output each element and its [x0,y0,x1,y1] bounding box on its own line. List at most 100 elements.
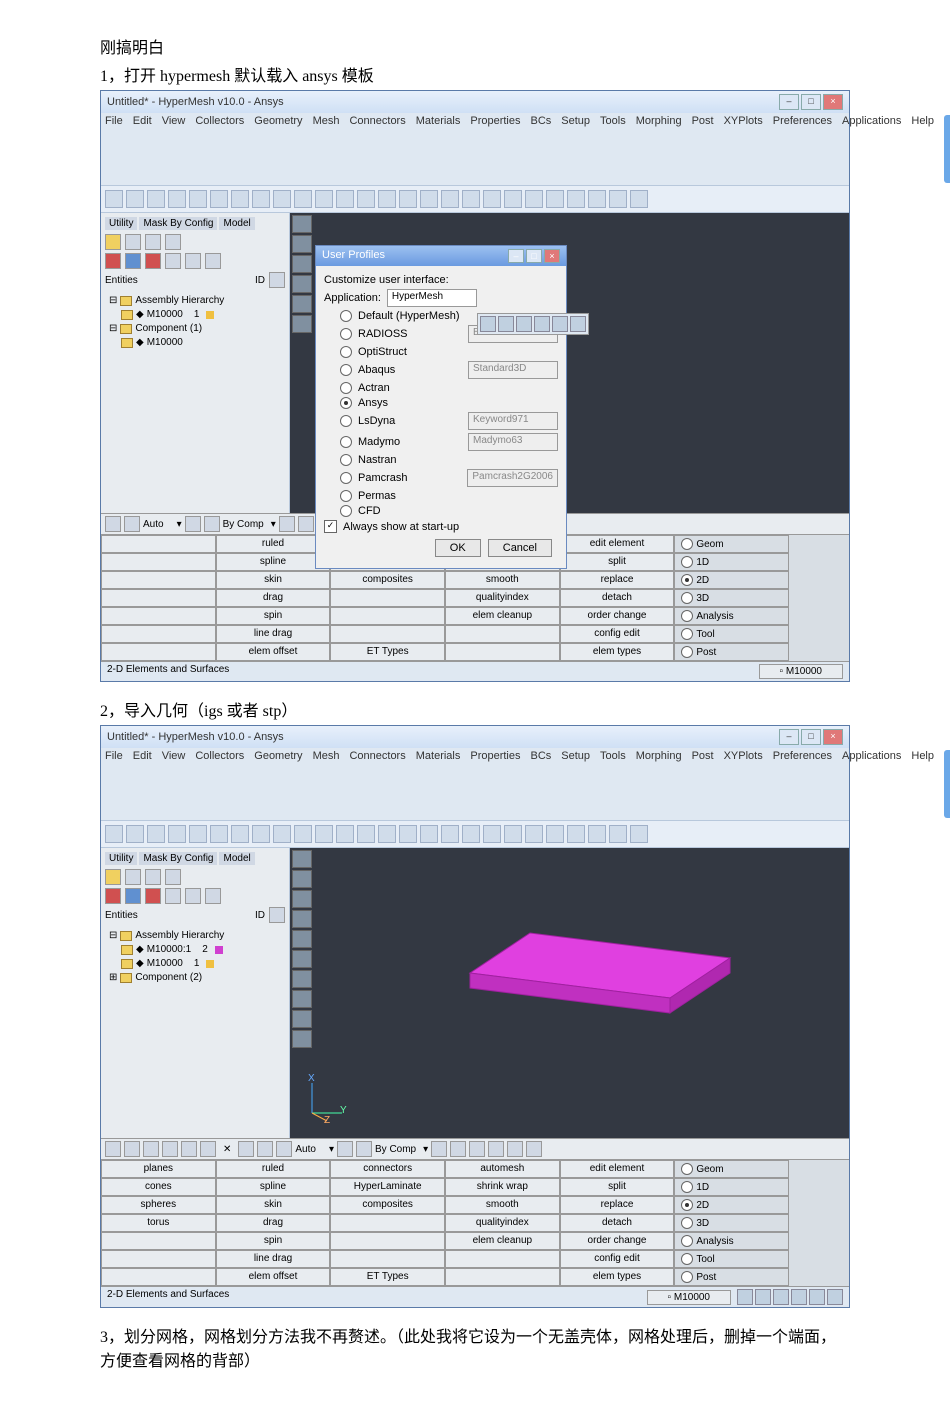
ptool-icon[interactable] [450,1141,466,1157]
panel-page-radio[interactable]: Post [674,1268,789,1286]
panel-cell[interactable] [101,571,216,589]
panel-cell[interactable] [445,1268,560,1286]
ptool-icon[interactable] [507,1141,523,1157]
upload-button[interactable]: 指指上传 [944,750,950,818]
ptool-icon[interactable] [238,1141,254,1157]
float-icon[interactable] [534,316,550,332]
panel-page-radio[interactable]: Post [674,643,789,661]
upload-button[interactable]: 指指上传 [944,115,950,183]
close-button[interactable]: × [823,94,843,110]
radio-radioss[interactable] [340,328,352,340]
panel-cell[interactable] [330,625,445,643]
radio-lsdyna[interactable] [340,415,352,427]
ptool-icon[interactable] [124,516,140,532]
maximize-button[interactable]: □ [801,94,821,110]
menu-bcs[interactable]: BCs [531,750,552,818]
browser-icon[interactable] [125,234,141,250]
tree-item[interactable]: ◆M10000:12 [105,943,285,957]
panel-cell[interactable]: drag [216,1214,331,1232]
tool-icon[interactable] [546,190,564,208]
menu-applications[interactable]: Applications [842,750,901,818]
panel-cell[interactable]: replace [560,1196,675,1214]
vtool-icon[interactable] [292,235,312,253]
panel-cell[interactable]: skin [216,1196,331,1214]
tool-icon[interactable] [126,190,144,208]
tool-icon[interactable] [525,825,543,843]
browser-icon[interactable] [205,888,221,904]
minimize-button[interactable]: – [779,729,799,745]
tab-mask[interactable]: Mask By Config [139,217,217,230]
tab-model[interactable]: Model [219,852,254,865]
menu-setup[interactable]: Setup [561,750,590,818]
panel-cell[interactable]: planes [101,1160,216,1178]
panel-page-radio[interactable]: Geom [674,535,789,553]
panel-cell[interactable] [330,589,445,607]
panel-cell[interactable] [445,1250,560,1268]
maximize-button[interactable]: □ [801,729,821,745]
panel-cell[interactable] [101,607,216,625]
tool-icon[interactable] [252,190,270,208]
tab-model[interactable]: Model [219,217,254,230]
panel-cell[interactable] [101,643,216,661]
tool-icon[interactable] [231,190,249,208]
panel-cell[interactable]: line drag [216,1250,331,1268]
panel-cell[interactable] [101,1250,216,1268]
tool-icon[interactable] [105,825,123,843]
ptool-icon[interactable] [298,516,314,532]
tree-assembly[interactable]: ⊟Assembly Hierarchy [105,294,285,308]
panel-cell[interactable]: qualityindex [445,589,560,607]
browser-icon[interactable] [125,888,141,904]
vtool-icon[interactable] [292,255,312,273]
panel-cell[interactable]: HyperLaminate [330,1178,445,1196]
browser-icon[interactable] [185,888,201,904]
panel-cell[interactable]: order change [560,607,675,625]
tool-icon[interactable] [378,825,396,843]
tab-utility[interactable]: Utility [105,217,137,230]
status-icon[interactable] [773,1289,789,1305]
menu-mesh[interactable]: Mesh [313,115,340,183]
lsdyna-select[interactable]: Keyword971 [468,412,558,430]
browser-icon[interactable] [105,234,121,250]
menu-xyplots[interactable]: XYPlots [724,115,763,183]
menu-view[interactable]: View [162,750,186,818]
tool-icon[interactable] [588,825,606,843]
status-icon[interactable] [755,1289,771,1305]
tool-icon[interactable] [126,825,144,843]
always-show-checkbox[interactable] [324,520,337,533]
menu-geometry[interactable]: Geometry [254,115,302,183]
panel-cell[interactable]: edit element [560,535,675,553]
browser-icon[interactable] [125,869,141,885]
vtool-icon[interactable] [292,1030,312,1048]
tool-icon[interactable] [567,190,585,208]
panel-cell[interactable]: spline [216,1178,331,1196]
panel-cell[interactable] [330,1232,445,1250]
panel-cell[interactable]: qualityindex [445,1214,560,1232]
menu-materials[interactable]: Materials [416,750,461,818]
radio-madymo[interactable] [340,436,352,448]
vtool-icon[interactable] [292,275,312,293]
panel-cell[interactable]: spline [216,553,331,571]
panel-cell[interactable]: order change [560,1232,675,1250]
tool-icon[interactable] [630,825,648,843]
panel-page-radio[interactable]: 3D [674,589,789,607]
ptool-icon[interactable] [526,1141,542,1157]
tool-icon[interactable] [147,825,165,843]
panel-cell[interactable]: smooth [445,1196,560,1214]
vtool-icon[interactable] [292,295,312,313]
panel-page-radio[interactable]: Tool [674,1250,789,1268]
browser-icon[interactable] [165,234,181,250]
vtool-icon[interactable] [292,970,312,988]
ptool-icon[interactable] [488,1141,504,1157]
tool-icon[interactable] [168,190,186,208]
tool-icon[interactable] [357,825,375,843]
minimize-button[interactable]: – [779,94,799,110]
menu-collectors[interactable]: Collectors [195,750,244,818]
browser-icon[interactable] [165,888,181,904]
menu-help[interactable]: Help [911,750,934,818]
menu-mesh[interactable]: Mesh [313,750,340,818]
status-icon[interactable] [737,1289,753,1305]
application-select[interactable]: HyperMesh [387,289,477,307]
panel-cell[interactable]: elem offset [216,643,331,661]
ptool-icon[interactable] [143,1141,159,1157]
panel-cell[interactable]: drag [216,589,331,607]
